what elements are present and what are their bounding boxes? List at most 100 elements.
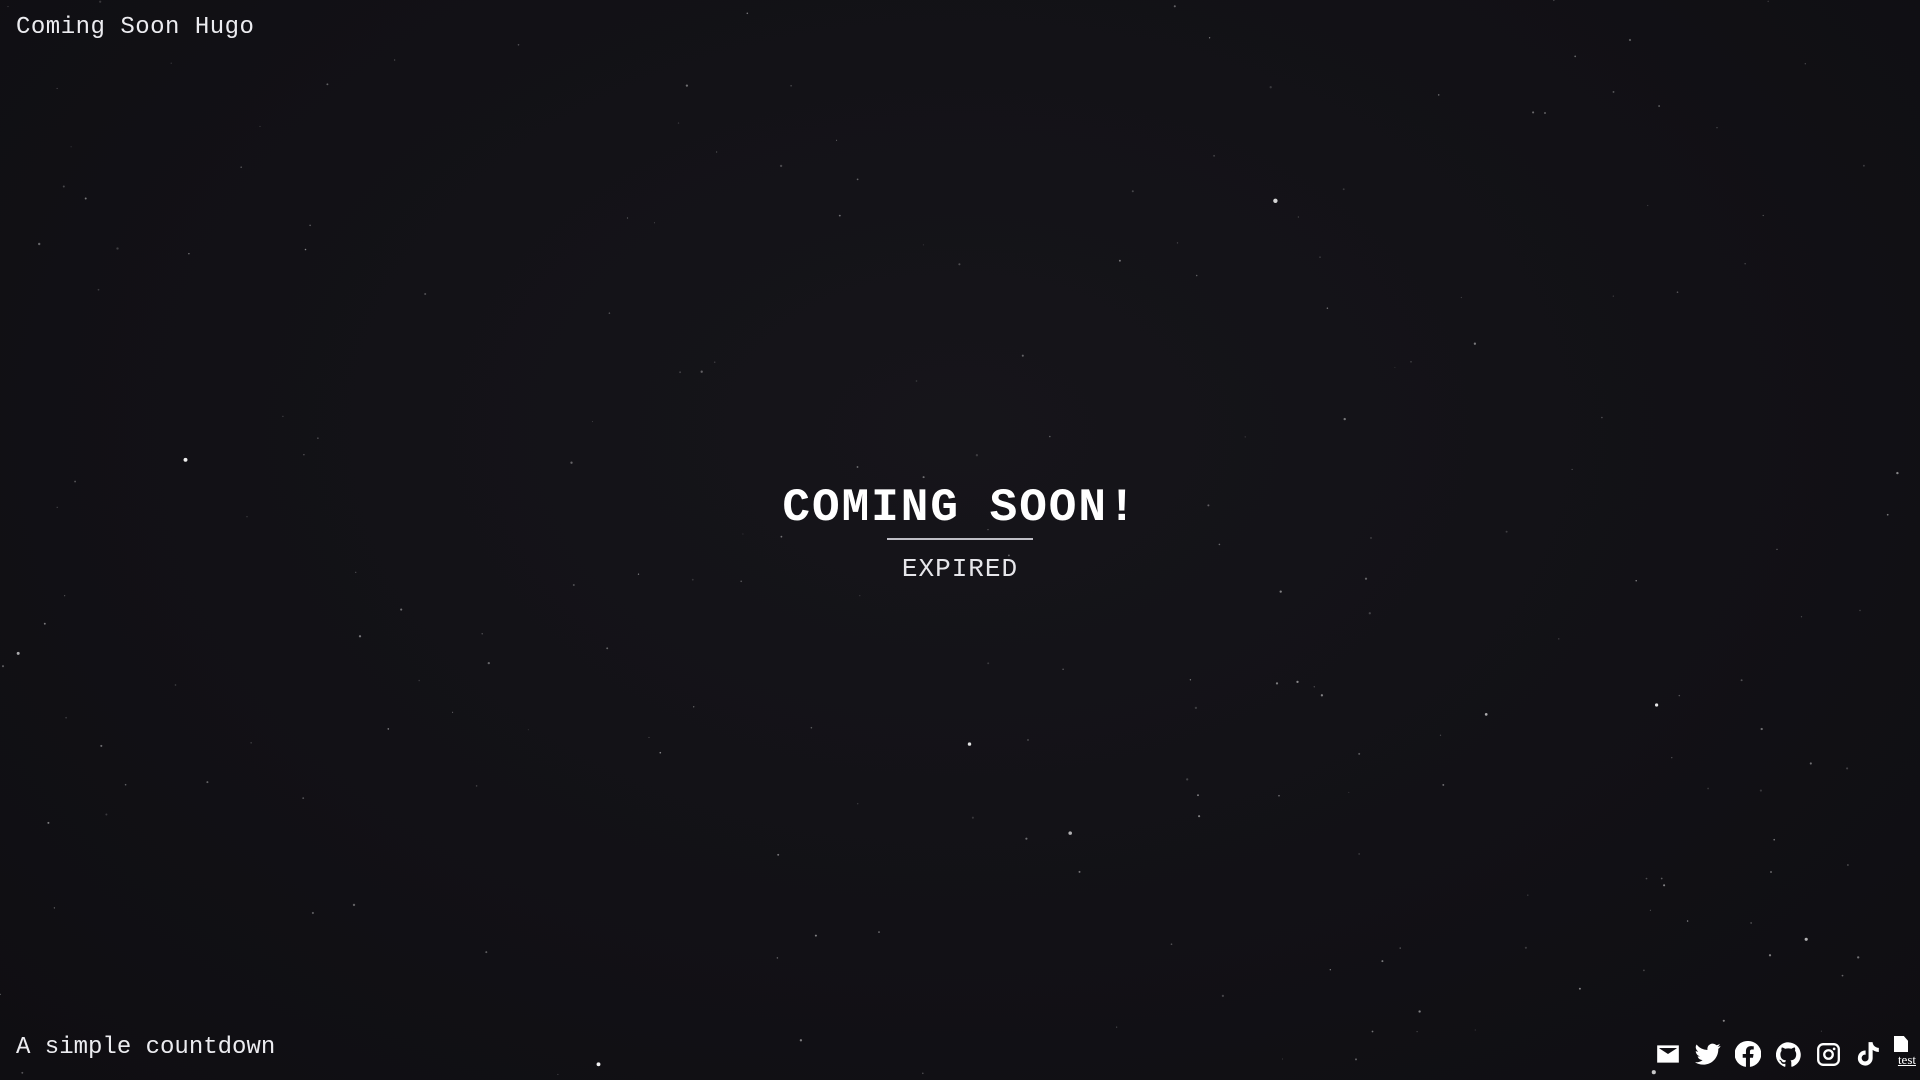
mail-icon (1657, 1045, 1679, 1063)
star (1297, 216, 1299, 218)
star (174, 684, 177, 686)
star (1716, 127, 1718, 129)
star (878, 931, 880, 934)
star (1820, 1030, 1822, 1032)
star (188, 253, 190, 255)
star (1601, 416, 1603, 419)
star (1571, 468, 1573, 470)
star (958, 263, 961, 266)
star (1770, 871, 1772, 873)
star (659, 751, 662, 754)
star (570, 461, 573, 464)
star (1439, 734, 1442, 736)
star (1473, 342, 1477, 345)
star (1635, 580, 1637, 582)
star (303, 454, 305, 456)
star (1278, 794, 1280, 797)
star (1676, 291, 1679, 294)
star (685, 84, 689, 87)
star (56, 87, 58, 89)
github-link[interactable] (1768, 1034, 1808, 1074)
star (311, 911, 314, 915)
star (1381, 960, 1384, 963)
star (1460, 296, 1463, 299)
star (487, 661, 490, 665)
star (358, 635, 362, 638)
star (1197, 794, 1199, 797)
star (1170, 943, 1173, 946)
star (679, 371, 682, 374)
star (857, 803, 859, 805)
facebook-icon (1735, 1041, 1761, 1067)
star (1244, 436, 1246, 438)
star (1474, 1029, 1476, 1031)
star (1654, 703, 1659, 707)
star (116, 247, 119, 250)
star (485, 951, 488, 954)
star (1628, 38, 1632, 42)
broken-image-link[interactable]: test (1890, 1034, 1916, 1074)
star (387, 728, 390, 730)
star (394, 59, 396, 61)
star (1847, 864, 1849, 866)
star (1320, 694, 1324, 697)
star (1329, 969, 1331, 971)
star (1, 665, 5, 668)
star (47, 821, 50, 824)
star (1759, 789, 1762, 792)
star (206, 781, 209, 784)
star (1131, 190, 1134, 193)
star (856, 466, 859, 468)
star (557, 1073, 559, 1075)
hero-title: COMING SOON! (782, 482, 1138, 534)
star (1645, 877, 1648, 880)
star (777, 853, 780, 856)
broken-image-icon (1894, 1036, 1908, 1052)
star (1313, 686, 1315, 688)
star (1269, 86, 1272, 89)
tiktok-link[interactable] (1848, 1034, 1888, 1074)
star (1767, 0, 1769, 3)
star (1358, 853, 1360, 855)
site-title-link[interactable]: Coming Soon Hugo (16, 14, 254, 41)
star (1762, 214, 1764, 217)
star (38, 242, 41, 246)
star (1574, 55, 1577, 58)
star (1886, 513, 1889, 516)
star (1068, 831, 1072, 835)
email-link[interactable] (1648, 1034, 1688, 1074)
star (1418, 1010, 1421, 1013)
star (282, 415, 284, 418)
star (326, 83, 329, 86)
star (1186, 778, 1189, 781)
star (1804, 63, 1806, 65)
star (302, 797, 305, 799)
star (21, 1071, 24, 1074)
star (1273, 198, 1278, 203)
star (790, 85, 792, 87)
star (596, 1062, 601, 1067)
star (1524, 946, 1527, 949)
star (677, 122, 680, 124)
star (1678, 694, 1681, 697)
star (317, 437, 319, 439)
star (1221, 994, 1225, 998)
twitter-link[interactable] (1688, 1034, 1728, 1074)
facebook-link[interactable] (1728, 1034, 1768, 1074)
twitter-icon (1695, 1043, 1721, 1065)
star (922, 476, 925, 479)
star (856, 178, 859, 181)
star (1658, 105, 1660, 107)
star (1484, 713, 1488, 716)
instagram-link[interactable] (1808, 1034, 1848, 1074)
star (1027, 739, 1029, 741)
star (1578, 987, 1581, 990)
tagline: A simple countdown (16, 1034, 276, 1061)
star (1896, 471, 1899, 475)
star (1049, 435, 1051, 438)
star (1544, 112, 1546, 114)
star (1198, 815, 1201, 818)
star (637, 573, 640, 575)
star (1116, 1026, 1118, 1028)
star (1744, 263, 1746, 265)
